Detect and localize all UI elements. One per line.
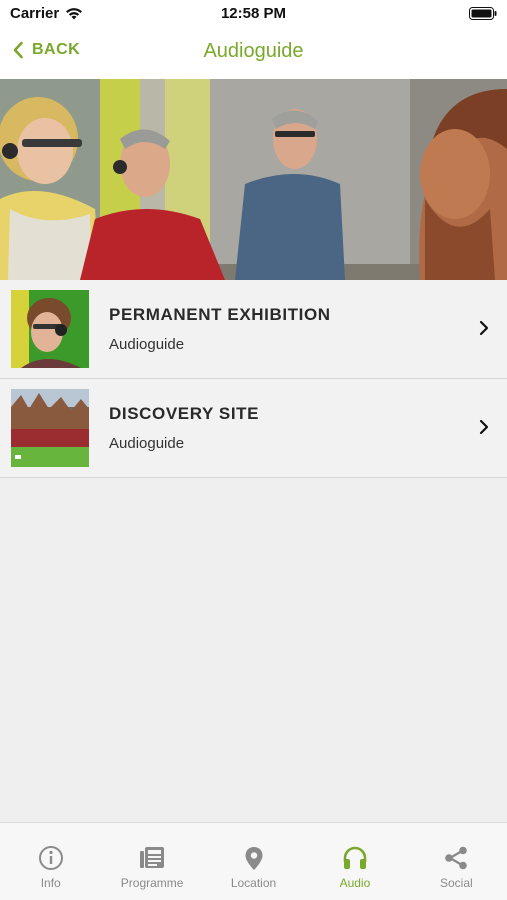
tab-label: Info (40, 876, 61, 890)
item-title: PERMANENT EXHIBITION (109, 305, 331, 324)
tab-bar: Info Programme Location Audio Social (0, 822, 507, 900)
tab-social[interactable]: Social (406, 823, 507, 900)
hero-image (0, 79, 507, 280)
item-subtitle: Audioguide (109, 336, 185, 353)
tab-location[interactable]: Location (203, 823, 304, 900)
share-icon (445, 846, 468, 870)
headphones-icon (343, 846, 367, 869)
tab-audio[interactable]: Audio (304, 823, 405, 900)
list-item-discovery-site[interactable]: DISCOVERY SITE Audioguide (0, 379, 507, 478)
chevron-right-icon (479, 419, 489, 435)
tab-label: Audio (339, 876, 371, 890)
chevron-right-icon (479, 320, 489, 336)
item-subtitle: Audioguide (109, 435, 185, 452)
newspaper-icon (140, 847, 165, 868)
status-bar: Carrier 12:58 PM (0, 0, 507, 28)
tab-info[interactable]: Info (0, 823, 101, 900)
location-pin-icon (245, 847, 263, 870)
info-icon (38, 846, 63, 870)
battery-icon (469, 7, 497, 24)
tab-label: Social (439, 876, 473, 890)
audioguide-list: PERMANENT EXHIBITION Audioguide DISCOVER… (0, 280, 507, 478)
tab-programme[interactable]: Programme (101, 823, 202, 900)
exhibition-thumbnail (11, 290, 89, 368)
item-title: DISCOVERY SITE (109, 404, 260, 423)
discovery-site-thumbnail (11, 389, 89, 467)
tab-label: Programme (120, 876, 184, 890)
tab-label: Location (230, 876, 277, 890)
page-title: Audioguide (203, 40, 304, 62)
navigation-bar: BACK Audioguide (0, 28, 507, 79)
list-item-permanent-exhibition[interactable]: PERMANENT EXHIBITION Audioguide (0, 280, 507, 379)
status-time: 12:58 PM (220, 5, 287, 22)
